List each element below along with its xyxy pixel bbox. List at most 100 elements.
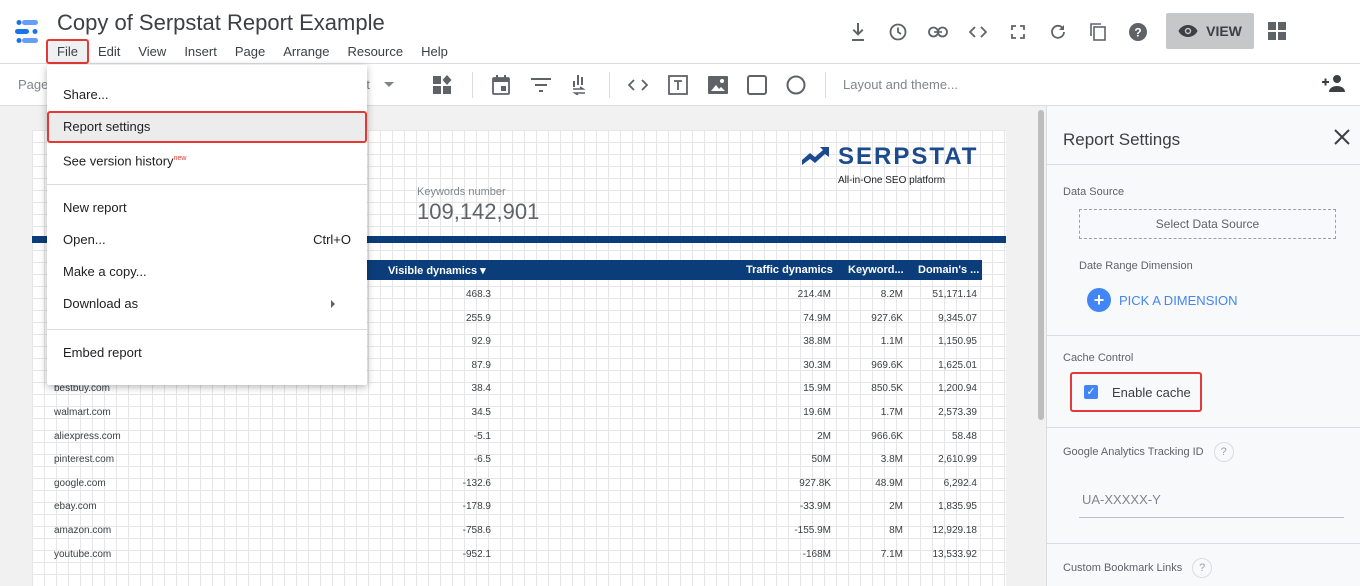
- download-icon[interactable]: [846, 20, 870, 44]
- apps-grid-icon[interactable]: [1268, 22, 1286, 40]
- copy-icon[interactable]: [1086, 20, 1110, 44]
- cell-traffic-dynamics: 214.4M: [797, 289, 831, 300]
- url-embed-icon[interactable]: [627, 74, 649, 96]
- cell-domain-value: 1,625.01: [938, 359, 977, 371]
- menu-page[interactable]: Page: [226, 40, 274, 63]
- menu-divider: [47, 184, 367, 185]
- cell-domain-value: 1,200.94: [938, 383, 977, 395]
- menu-divider: [47, 329, 367, 330]
- report-settings-panel: Report Settings Data Source Select Data …: [1046, 106, 1360, 586]
- table-row[interactable]: ebay.com -178.9 -33.9M 2M 1,835.95: [52, 495, 982, 518]
- menu-file[interactable]: File: [46, 38, 89, 64]
- cell-domain: walmart.com: [54, 407, 111, 418]
- cell-keywords: 48.9M: [875, 477, 903, 489]
- table-row[interactable]: aliexpress.com -5.1 2M 966.6K 58.48: [52, 425, 982, 448]
- cell-traffic-dynamics: 927.8K: [799, 477, 831, 489]
- rectangle-icon[interactable]: [746, 74, 768, 96]
- cell-domain: ebay.com: [54, 501, 97, 513]
- chevron-down-icon[interactable]: [384, 82, 394, 87]
- table-row[interactable]: google.com -132.6 927.8K 48.9M 6,292.4: [52, 472, 982, 495]
- date-range-icon[interactable]: [490, 74, 512, 96]
- refresh-icon[interactable]: [1046, 20, 1070, 44]
- menu-item-make-copy[interactable]: Make a copy...: [47, 256, 367, 288]
- column-header-keywords[interactable]: Keyword...: [848, 264, 904, 276]
- pick-dimension-button[interactable]: + PICK A DIMENSION: [1087, 288, 1237, 312]
- cell-visible-dynamics: 255.9: [465, 312, 491, 324]
- cell-visible-dynamics: -952.1: [462, 548, 491, 560]
- brand-name: SERPSTAT: [838, 143, 979, 170]
- table-row[interactable]: youtube.com -952.1 -168M 7.1M 13,533.92: [52, 543, 982, 566]
- enable-cache-label: Enable cache: [1112, 384, 1191, 400]
- menu-item-download-as[interactable]: Download as: [47, 288, 367, 320]
- cell-visible-dynamics: -5.1: [473, 430, 491, 442]
- cell-visible-dynamics: 468.3: [465, 289, 491, 300]
- view-button[interactable]: VIEW: [1166, 13, 1254, 49]
- add-component-icon[interactable]: [431, 74, 453, 96]
- scorecard-value[interactable]: 109,142,901: [417, 199, 539, 225]
- ga-tracking-id-input[interactable]: UA-XXXXX-Y: [1079, 492, 1344, 518]
- table-row[interactable]: walmart.com 34.5 19.6M 1.7M 2,573.39: [52, 401, 982, 424]
- circle-icon[interactable]: [785, 74, 807, 96]
- menu-arrange[interactable]: Arrange: [274, 40, 338, 63]
- column-header-visible-dynamics[interactable]: Visible dynamics ▾: [388, 264, 486, 277]
- date-range-label: Date Range Dimension: [1079, 260, 1193, 272]
- data-control-icon[interactable]: [568, 74, 590, 96]
- column-header-traffic-dynamics[interactable]: Traffic dynamics: [746, 264, 833, 276]
- menu-item-report-settings[interactable]: Report settings: [47, 111, 367, 143]
- table-row[interactable]: amazon.com -758.6 -155.9M 8M 12,929.18: [52, 519, 982, 542]
- select-data-source-button[interactable]: Select Data Source: [1079, 209, 1336, 239]
- embed-code-icon[interactable]: [966, 20, 990, 44]
- text-box-icon[interactable]: [667, 74, 689, 96]
- menu-help[interactable]: Help: [412, 40, 457, 63]
- cell-visible-dynamics: -758.6: [462, 525, 491, 536]
- cell-domain: bestbuy.com: [54, 383, 110, 395]
- menu-view[interactable]: View: [129, 40, 175, 63]
- report-title[interactable]: Copy of Serpstat Report Example: [57, 10, 385, 36]
- menu-resource[interactable]: Resource: [338, 40, 412, 63]
- menu-item-embed-report[interactable]: Embed report: [47, 337, 367, 369]
- cell-traffic-dynamics: 38.8M: [803, 336, 831, 348]
- toolbar-divider: [609, 72, 610, 98]
- serpstat-mark-icon: [802, 147, 829, 165]
- enable-cache-checkbox[interactable]: ✓ Enable cache: [1070, 372, 1202, 412]
- cell-domain-value: 51,171.14: [932, 289, 978, 300]
- menu-item-new-report[interactable]: New report: [47, 192, 367, 224]
- table-row[interactable]: pinterest.com -6.5 50M 3.8M 2,610.99: [52, 448, 982, 471]
- svg-text:?: ?: [1134, 26, 1141, 40]
- add-user-icon[interactable]: [1322, 74, 1346, 96]
- cell-visible-dynamics: -6.5: [473, 454, 491, 466]
- cell-traffic-dynamics: -33.9M: [799, 501, 831, 513]
- menu-item-share[interactable]: Share...: [47, 79, 367, 111]
- layout-and-theme-button[interactable]: Layout and theme...: [843, 77, 958, 92]
- column-header-domain[interactable]: Domain's ...: [918, 264, 979, 276]
- cell-traffic-dynamics: -168M: [802, 548, 831, 560]
- cell-keywords: 1.1M: [880, 336, 903, 348]
- scorecard-label: Keywords number: [417, 186, 506, 198]
- cell-domain: google.com: [54, 477, 106, 489]
- menu-bar: File Edit View Insert Page Arrange Resou…: [46, 38, 457, 64]
- close-icon[interactable]: [1333, 128, 1351, 146]
- menu-item-open[interactable]: Open... Ctrl+O: [47, 224, 367, 256]
- image-icon[interactable]: [707, 74, 729, 96]
- canvas-scrollbar[interactable]: [1038, 110, 1044, 420]
- cell-keywords: 969.6K: [871, 359, 903, 371]
- data-studio-logo-icon[interactable]: [14, 18, 42, 46]
- history-icon[interactable]: [886, 20, 910, 44]
- help-icon[interactable]: ?: [1192, 558, 1213, 578]
- help-icon[interactable]: ?: [1213, 442, 1234, 462]
- filter-control-icon[interactable]: [530, 74, 552, 96]
- panel-divider: [1047, 335, 1360, 336]
- menu-edit[interactable]: Edit: [89, 40, 129, 63]
- cell-domain: aliexpress.com: [54, 430, 121, 442]
- menu-insert[interactable]: Insert: [175, 40, 226, 63]
- menu-item-version-history[interactable]: See version historynew: [47, 143, 367, 175]
- cell-domain: amazon.com: [54, 525, 112, 536]
- bookmark-links-label: Custom Bookmark Links?: [1063, 558, 1213, 578]
- pick-dimension-label: PICK A DIMENSION: [1119, 292, 1238, 308]
- page-selector[interactable]: Page: [18, 77, 48, 92]
- cell-domain-value: 6,292.4: [943, 477, 977, 489]
- toolbar-divider: [825, 72, 826, 98]
- link-icon[interactable]: [926, 20, 950, 44]
- fullscreen-icon[interactable]: [1006, 20, 1030, 44]
- help-icon[interactable]: ?: [1126, 20, 1150, 44]
